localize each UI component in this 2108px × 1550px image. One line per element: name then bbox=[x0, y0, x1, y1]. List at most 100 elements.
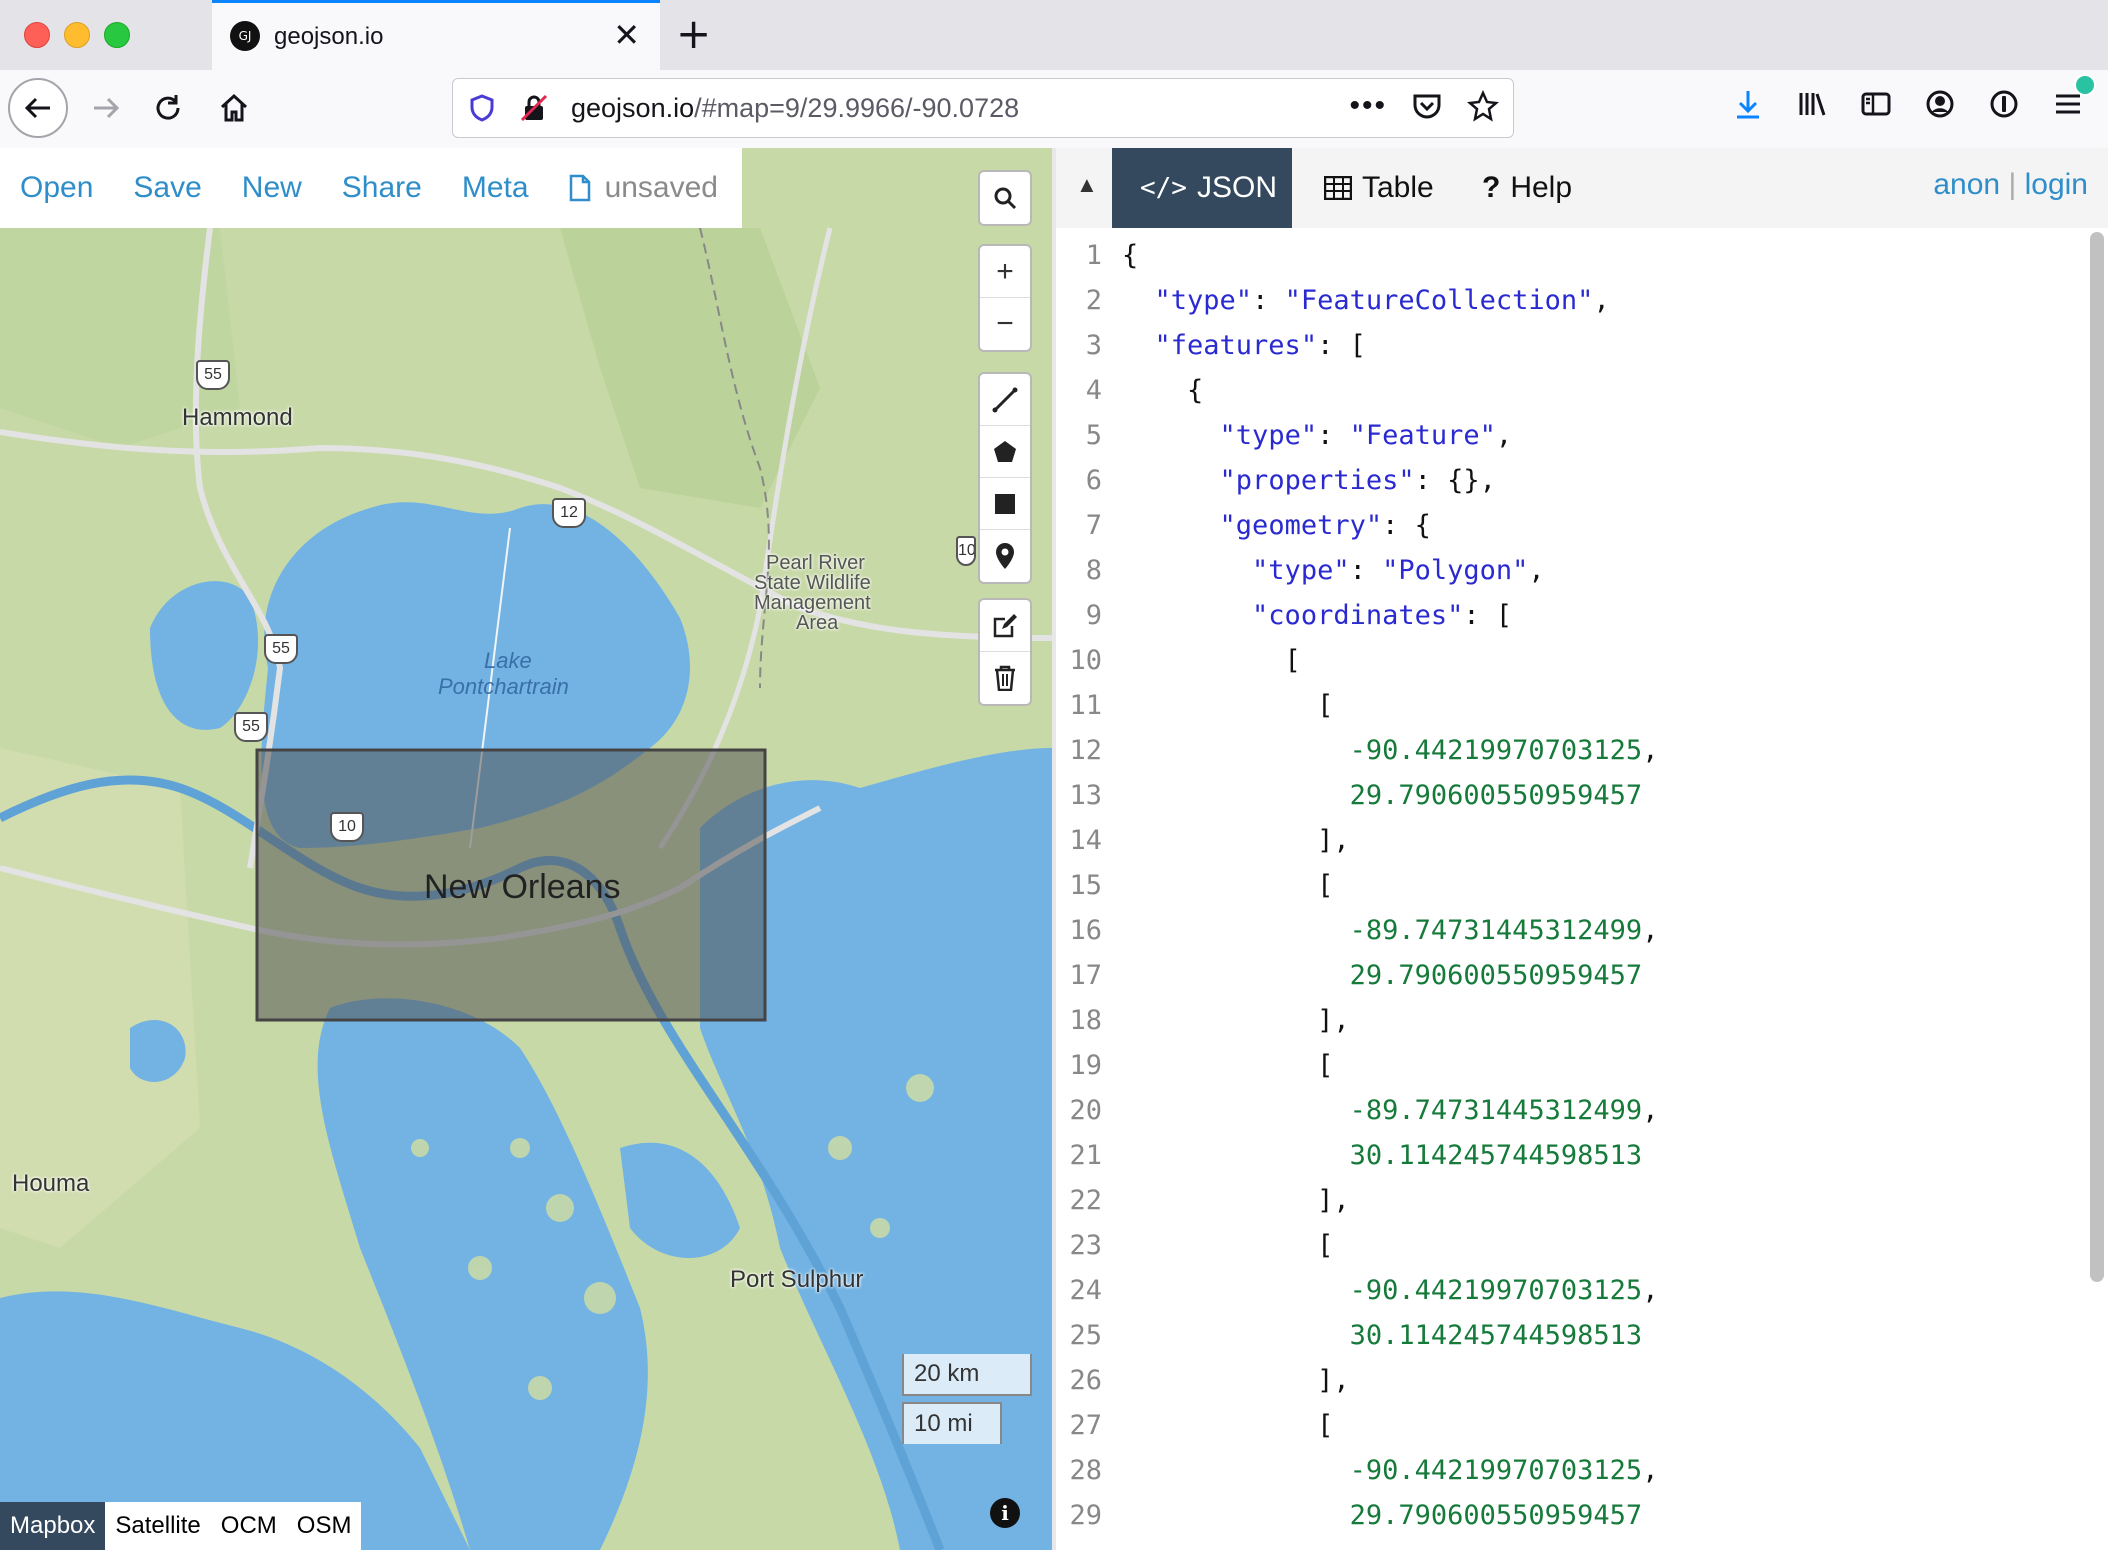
tab-title: geojson.io bbox=[274, 23, 384, 50]
code-line[interactable]: 10 [ bbox=[1056, 641, 2088, 686]
edit-layers-button[interactable] bbox=[980, 600, 1030, 652]
code-line[interactable]: 21 30.114245744598513 bbox=[1056, 1136, 2088, 1181]
editor-scrollbar[interactable] bbox=[2090, 232, 2104, 1282]
interstate-10-shield: 10 bbox=[956, 536, 976, 566]
url-host: geojson.io bbox=[571, 93, 695, 123]
file-icon bbox=[569, 174, 590, 202]
more-actions-icon[interactable]: ••• bbox=[1349, 89, 1387, 123]
code-line[interactable]: 27 [ bbox=[1056, 1406, 2088, 1451]
info-icon[interactable]: i bbox=[990, 1498, 1020, 1528]
code-line[interactable]: 14 ], bbox=[1056, 821, 2088, 866]
forward-button[interactable] bbox=[76, 78, 136, 138]
code-line[interactable]: 19 [ bbox=[1056, 1046, 2088, 1091]
line-number: 18 bbox=[1069, 1005, 1102, 1036]
tab-table[interactable]: Table bbox=[1296, 148, 1462, 228]
url-bar[interactable]: geojson.io/#map=9/29.9966/-90.0728 ••• bbox=[452, 78, 1514, 138]
browser-tab[interactable]: GJ geojson.io ✕ bbox=[212, 0, 660, 70]
code-line[interactable]: 12 -90.44219970703125, bbox=[1056, 731, 2088, 776]
code-line[interactable]: 16 -89.74731445312499, bbox=[1056, 911, 2088, 956]
code-line[interactable]: 1{ bbox=[1056, 236, 2088, 281]
code-line[interactable]: 8 "type": "Polygon", bbox=[1056, 551, 2088, 596]
code-line[interactable]: 7 "geometry": { bbox=[1056, 506, 2088, 551]
line-number: 8 bbox=[1085, 555, 1102, 586]
window-close-button[interactable] bbox=[24, 22, 50, 48]
map[interactable]: 55 55 55 12 10 10 Hammond Lake Pontchart… bbox=[0, 148, 1052, 1550]
delete-layers-button[interactable] bbox=[980, 652, 1030, 704]
code-line[interactable]: 28 -90.44219970703125, bbox=[1056, 1451, 2088, 1496]
url-actions: ••• bbox=[1349, 89, 1499, 123]
code-line[interactable]: 20 -89.74731445312499, bbox=[1056, 1091, 2088, 1136]
draw-marker-button[interactable] bbox=[980, 530, 1030, 582]
layer-mapbox[interactable]: Mapbox bbox=[0, 1502, 106, 1550]
pocket-icon[interactable] bbox=[1411, 90, 1443, 122]
password-manager-icon[interactable] bbox=[1982, 82, 2026, 126]
code-line[interactable]: 24 -90.44219970703125, bbox=[1056, 1271, 2088, 1316]
bookmark-star-icon[interactable] bbox=[1467, 90, 1499, 122]
code-icon: </> bbox=[1140, 173, 1187, 203]
line-number: 15 bbox=[1069, 870, 1102, 901]
zoom-out-button[interactable]: − bbox=[980, 298, 1030, 350]
window-zoom-button[interactable] bbox=[104, 22, 130, 48]
code-line[interactable]: 18 ], bbox=[1056, 1001, 2088, 1046]
code-line[interactable]: 23 [ bbox=[1056, 1226, 2088, 1271]
zoom-in-button[interactable]: + bbox=[980, 246, 1030, 298]
code-text: "geometry": { bbox=[1219, 510, 1431, 541]
code-text: { bbox=[1122, 375, 1204, 406]
draw-control bbox=[978, 372, 1032, 584]
home-button[interactable] bbox=[204, 78, 264, 138]
code-line[interactable]: 5 "type": "Feature", bbox=[1056, 416, 2088, 461]
auth-separator: | bbox=[2008, 168, 2017, 201]
code-text: ], bbox=[1122, 1005, 1350, 1036]
url-path: /#map=9/29.9966/-90.0728 bbox=[694, 93, 1020, 123]
meta-menu-item[interactable]: Meta bbox=[462, 171, 529, 205]
code-line[interactable]: 9 "coordinates": [ bbox=[1056, 596, 2088, 641]
app-menu-icon[interactable] bbox=[2046, 74, 2096, 126]
tab-help-label: Help bbox=[1510, 171, 1573, 204]
code-line[interactable]: 22 ], bbox=[1056, 1181, 2088, 1226]
anon-link[interactable]: anon bbox=[1933, 168, 2000, 201]
window-minimize-button[interactable] bbox=[64, 22, 90, 48]
code-line[interactable]: 4 { bbox=[1056, 371, 2088, 416]
code-line[interactable]: 6 "properties": {}, bbox=[1056, 461, 2088, 506]
new-menu-item[interactable]: New bbox=[242, 171, 302, 205]
line-icon bbox=[992, 387, 1018, 412]
account-icon[interactable] bbox=[1918, 82, 1962, 126]
save-menu-item[interactable]: Save bbox=[133, 171, 201, 205]
code-line[interactable]: 15 [ bbox=[1056, 866, 2088, 911]
collapse-caret-icon[interactable]: ▲ bbox=[1076, 172, 1098, 198]
back-button[interactable] bbox=[8, 78, 68, 138]
code-line[interactable]: 17 29.790600550959457 bbox=[1056, 956, 2088, 1001]
login-link[interactable]: login bbox=[2025, 168, 2088, 201]
download-icon[interactable] bbox=[1726, 82, 1770, 126]
panel-tabs: ▲ </> JSON Table ? Help anon | login bbox=[1056, 148, 2108, 228]
layer-satellite[interactable]: Satellite bbox=[105, 1502, 210, 1550]
layer-ocm[interactable]: OCM bbox=[211, 1502, 287, 1550]
code-line[interactable]: 13 29.790600550959457 bbox=[1056, 776, 2088, 821]
url-text[interactable]: geojson.io/#map=9/29.9966/-90.0728 bbox=[571, 93, 1019, 124]
sidebar-icon[interactable] bbox=[1854, 82, 1898, 126]
tab-json[interactable]: </> JSON bbox=[1112, 148, 1292, 228]
code-line[interactable]: 11 [ bbox=[1056, 686, 2088, 731]
new-tab-button[interactable]: + bbox=[676, 10, 711, 58]
library-icon[interactable] bbox=[1790, 82, 1834, 126]
reload-button[interactable] bbox=[138, 78, 198, 138]
draw-rectangle-button[interactable] bbox=[980, 478, 1030, 530]
tab-close-icon[interactable]: ✕ bbox=[613, 17, 640, 53]
share-menu-item[interactable]: Share bbox=[342, 171, 422, 205]
draw-polygon-button[interactable] bbox=[980, 426, 1030, 478]
open-menu-item[interactable]: Open bbox=[20, 171, 93, 205]
layer-osm[interactable]: OSM bbox=[287, 1502, 362, 1550]
code-text: 29.790600550959457 bbox=[1349, 780, 1643, 811]
json-editor[interactable]: 1{2 "type": "FeatureCollection", 3 "featu… bbox=[1056, 228, 2088, 1550]
arrow-right-icon bbox=[94, 97, 120, 119]
code-line[interactable]: 25 30.114245744598513 bbox=[1056, 1316, 2088, 1361]
code-line[interactable]: 29 29.790600550959457 bbox=[1056, 1496, 2088, 1541]
search-button[interactable] bbox=[980, 172, 1030, 224]
tab-help[interactable]: ? Help bbox=[1454, 148, 1600, 228]
code-line[interactable]: 26 ], bbox=[1056, 1361, 2088, 1406]
draw-line-button[interactable] bbox=[980, 374, 1030, 426]
code-line[interactable]: 3 "features": [ bbox=[1056, 326, 2088, 371]
line-number: 12 bbox=[1069, 735, 1102, 766]
code-text: 30.114245744598513 bbox=[1349, 1320, 1643, 1351]
code-line[interactable]: 2 "type": "FeatureCollection", bbox=[1056, 281, 2088, 326]
